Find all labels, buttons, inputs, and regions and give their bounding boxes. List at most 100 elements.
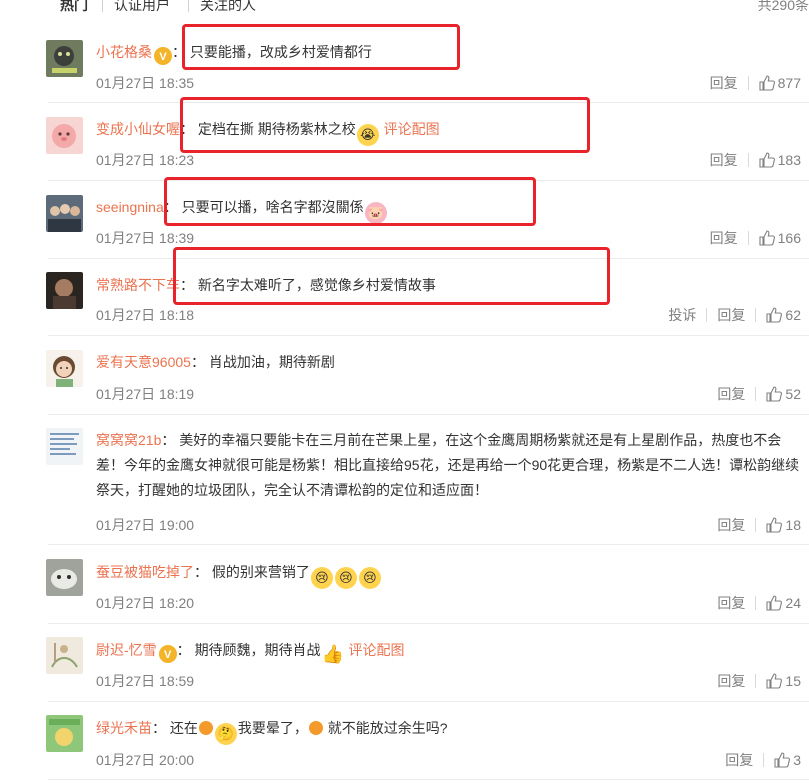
- avatar[interactable]: [46, 715, 83, 752]
- like-button[interactable]: 24: [766, 595, 801, 611]
- comment-actions: 回复 877: [710, 73, 801, 93]
- like-button[interactable]: 62: [766, 307, 801, 323]
- thumbs-up-icon: [759, 230, 775, 246]
- comment-actions: 投诉 回复 62: [668, 305, 801, 325]
- comment-time: 01月27日 18:35: [96, 75, 195, 91]
- avatar[interactable]: [46, 428, 83, 465]
- comment-time: 01月27日 18:23: [96, 152, 195, 168]
- comment-line: 爱有天意96005： 肖战加油，期待新剧: [96, 352, 335, 372]
- tab-verified-users[interactable]: 认证用户: [114, 0, 170, 15]
- row-divider: [48, 335, 809, 336]
- reply-button[interactable]: 回复: [717, 593, 745, 613]
- like-button[interactable]: 183: [759, 152, 801, 168]
- like-button[interactable]: 877: [759, 75, 801, 91]
- pig-face-emoji-icon: 🐷: [364, 202, 387, 224]
- thumbs-up-icon: [766, 307, 783, 323]
- reply-button[interactable]: 回复: [710, 228, 738, 248]
- reply-button[interactable]: 回复: [710, 150, 738, 170]
- comment-line: 绿光禾苗： 还在 🤔 我要晕了， 就不能放过余生吗?: [96, 718, 448, 745]
- comment-actions: 回复 166: [710, 228, 801, 248]
- comment-actions: 回复 15: [717, 671, 801, 691]
- action-divider: [763, 753, 765, 767]
- reply-button[interactable]: 回复: [725, 750, 753, 770]
- like-button[interactable]: 15: [766, 673, 801, 689]
- comment-line: 蚕豆被猫吃掉了： 假的别来营销了 😢 😢 😢: [96, 562, 382, 589]
- username-link[interactable]: 小花格桑: [96, 44, 152, 60]
- comment-time: 01月27日 18:59: [96, 673, 195, 689]
- like-count: 18: [785, 517, 801, 533]
- username-link[interactable]: seeingnina: [96, 199, 164, 215]
- comment-line: 变成小仙女喔： 定档在撕 期待杨紫林之校 😭 评论配图: [96, 119, 440, 146]
- like-count: 24: [785, 595, 801, 611]
- row-divider: [48, 258, 809, 259]
- comment-line: 窝窝窝21b： 美好的幸福只要能卡在三月前在芒果上星，在这个金鹰周期杨紫就还是有…: [96, 428, 808, 503]
- like-button[interactable]: 3: [774, 752, 801, 768]
- thumbs-up-emoji-icon: 👍: [321, 644, 344, 664]
- comment-text: 还在: [169, 720, 198, 736]
- avatar[interactable]: [46, 637, 83, 674]
- comment-text: 肖战加油，期待新剧: [208, 354, 335, 370]
- tab-divider: [188, 0, 189, 12]
- tab-hot[interactable]: 热门: [60, 0, 88, 15]
- thumbs-up-icon: [759, 152, 775, 168]
- comment-time: 01月27日 20:00: [96, 752, 195, 768]
- avatar[interactable]: [46, 350, 83, 387]
- avatar-image-icon: [46, 350, 83, 387]
- reply-button[interactable]: 回复: [717, 515, 745, 535]
- username-link[interactable]: 窝窝窝21b: [96, 432, 161, 448]
- username-link[interactable]: 蚕豆被猫吃掉了: [96, 564, 194, 580]
- comment-actions: 回复 18: [717, 515, 801, 535]
- thumbs-up-icon: [774, 752, 791, 768]
- mango-emoji-icon: [308, 721, 323, 735]
- like-button[interactable]: 166: [759, 230, 801, 246]
- avatar[interactable]: [46, 195, 83, 232]
- action-divider: [755, 387, 757, 401]
- avatar-image-icon: [46, 559, 83, 596]
- like-count: 877: [777, 75, 801, 91]
- avatar[interactable]: [46, 117, 83, 154]
- avatar[interactable]: [46, 272, 83, 309]
- comment-line: 尉迟-忆雪 V： 期待顾魏，期待肖战👍 评论配图: [96, 640, 404, 665]
- avatar[interactable]: [46, 40, 83, 77]
- thumbs-up-icon: [766, 673, 783, 689]
- avatar-image-icon: [46, 195, 83, 232]
- thumbs-up-icon: [759, 75, 775, 91]
- tab-following[interactable]: 关注的人: [200, 0, 256, 15]
- username-link[interactable]: 绿光禾苗: [96, 720, 152, 736]
- comment-actions: 回复 3: [725, 750, 801, 770]
- action-divider: [755, 308, 757, 322]
- comment-image-link[interactable]: 评论配图: [348, 642, 404, 658]
- report-button[interactable]: 投诉: [668, 305, 696, 325]
- comment-text: 期待顾魏，期待肖战: [194, 642, 321, 658]
- like-count: 52: [785, 386, 801, 402]
- cry-face-emoji-icon: 😢: [310, 567, 333, 589]
- action-divider: [747, 231, 749, 245]
- reply-button[interactable]: 回复: [710, 73, 738, 93]
- reply-button[interactable]: 回复: [717, 671, 745, 691]
- thumbs-up-icon: [766, 386, 783, 402]
- colon: ：: [194, 564, 208, 580]
- username-link[interactable]: 常熟路不下车: [96, 277, 180, 293]
- comment-actions: 回复 24: [717, 593, 801, 613]
- comment-text: 我要晕了，: [237, 720, 308, 736]
- total-count: 共290条: [757, 0, 809, 13]
- username-link[interactable]: 爱有天意96005: [96, 354, 191, 370]
- like-button[interactable]: 18: [766, 517, 801, 533]
- reply-button[interactable]: 回复: [717, 305, 745, 325]
- row-divider: [48, 701, 809, 702]
- reply-button[interactable]: 回复: [717, 384, 745, 404]
- comment-time: 01月27日 18:39: [96, 230, 195, 246]
- comment-image-link[interactable]: 评论配图: [384, 121, 440, 137]
- row-divider: [48, 623, 809, 624]
- username-link[interactable]: 变成小仙女喔: [96, 121, 180, 137]
- avatar[interactable]: [46, 559, 83, 596]
- verified-badge-icon: V: [154, 47, 172, 65]
- avatar-image-icon: [46, 272, 83, 309]
- username-link[interactable]: 尉迟-忆雪: [96, 642, 157, 658]
- avatar-image-icon: [46, 117, 83, 154]
- avatar-image-icon: [46, 715, 83, 752]
- like-button[interactable]: 52: [766, 386, 801, 402]
- comment-line: seeingnina： 只要可以播，啥名字都沒關係 🐷: [96, 197, 388, 224]
- comment-line: 常熟路不下车： 新名字太难听了，感觉像乡村爱情故事: [96, 275, 436, 295]
- colon: ：: [163, 199, 178, 215]
